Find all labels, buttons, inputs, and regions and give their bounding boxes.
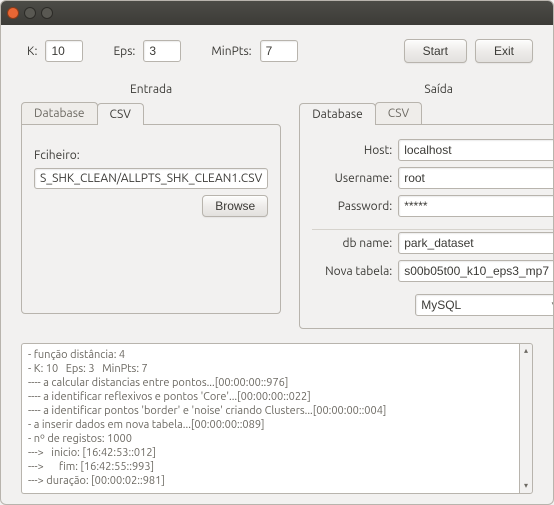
- window-close-icon[interactable]: [7, 7, 19, 19]
- output-tabbar: Database CSV: [299, 102, 554, 124]
- username-label: Username:: [312, 172, 392, 185]
- input-tabbar: Database CSV: [21, 102, 281, 124]
- k-input[interactable]: [45, 40, 83, 62]
- content-area: K: Eps: MinPts: Start Exit Entrada Datab…: [1, 25, 553, 504]
- minpts-input[interactable]: [260, 40, 298, 62]
- output-panel: Saída Database CSV Host: Username: P: [299, 83, 554, 329]
- titlebar: [1, 1, 553, 25]
- k-label: K:: [27, 45, 37, 58]
- host-input[interactable]: [398, 139, 554, 161]
- dbname-label: db name:: [312, 237, 392, 250]
- username-input[interactable]: [398, 167, 554, 189]
- eps-label: Eps:: [113, 45, 135, 58]
- window-maximize-icon[interactable]: [41, 7, 53, 19]
- output-panel-title: Saída: [299, 83, 554, 96]
- eps-input[interactable]: [143, 40, 181, 62]
- driver-select-wrap: MySQL: [415, 294, 554, 316]
- minpts-label: MinPts:: [211, 45, 251, 58]
- input-tab-csv[interactable]: CSV: [97, 103, 144, 125]
- start-button[interactable]: Start: [404, 39, 467, 63]
- output-tab-body: Host: Username: Password: db name:: [299, 124, 554, 329]
- output-tab-database[interactable]: Database: [299, 103, 376, 125]
- output-tab-csv[interactable]: CSV: [375, 102, 422, 124]
- password-input[interactable]: [398, 195, 554, 217]
- exit-button[interactable]: Exit: [475, 39, 533, 63]
- app-window: K: Eps: MinPts: Start Exit Entrada Datab…: [0, 0, 554, 505]
- input-tab-body: Fciheiro: S_SHK_CLEAN/ALLPTS_SHK_CLEAN1.…: [21, 124, 281, 314]
- scroll-down-icon[interactable]: ▾: [521, 481, 531, 491]
- driver-select[interactable]: MySQL: [415, 294, 554, 316]
- log-scrollbar[interactable]: ▴ ▾: [519, 343, 533, 494]
- newtable-input[interactable]: [398, 260, 554, 282]
- input-panel-title: Entrada: [21, 83, 281, 96]
- divider: [312, 229, 554, 230]
- input-tab-database[interactable]: Database: [21, 102, 98, 124]
- browse-button[interactable]: Browse: [202, 195, 268, 217]
- file-label: Fciheiro:: [34, 149, 268, 162]
- parameters-row: K: Eps: MinPts: Start Exit: [21, 35, 533, 69]
- log-textarea[interactable]: - função distância: 4 - K: 10 Eps: 3 Min…: [21, 343, 519, 494]
- scroll-up-icon[interactable]: ▴: [521, 346, 531, 356]
- input-panel: Entrada Database CSV Fciheiro: S_SHK_CLE…: [21, 83, 281, 329]
- io-panels: Entrada Database CSV Fciheiro: S_SHK_CLE…: [21, 83, 533, 329]
- password-label: Password:: [312, 200, 392, 213]
- file-path-field[interactable]: S_SHK_CLEAN/ALLPTS_SHK_CLEAN1.CSV: [34, 168, 268, 189]
- host-label: Host:: [312, 144, 392, 157]
- dbname-input[interactable]: [398, 232, 554, 254]
- window-minimize-icon[interactable]: [24, 7, 36, 19]
- newtable-label: Nova tabela:: [312, 265, 392, 278]
- log-area: - função distância: 4 - K: 10 Eps: 3 Min…: [21, 343, 533, 494]
